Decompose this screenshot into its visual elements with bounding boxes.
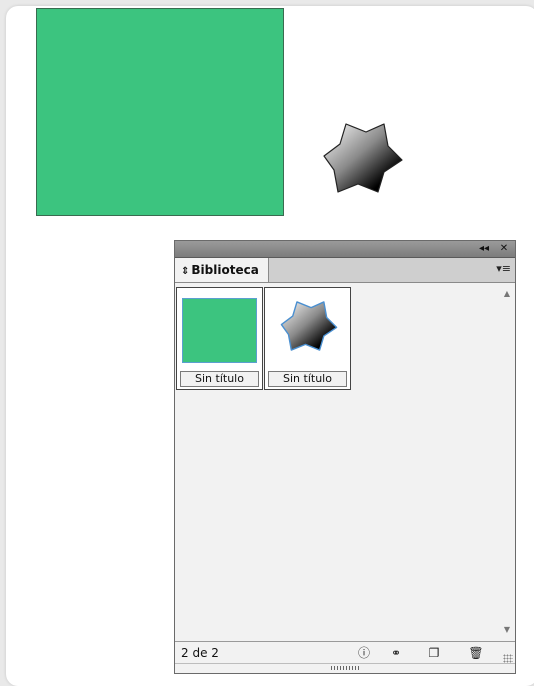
item-caption: Sin título (268, 371, 347, 387)
library-item[interactable]: Sin título (264, 287, 351, 390)
binoculars-icon[interactable]: ⚭ (387, 645, 405, 661)
library-panel: ◂◂ ✕ ⇕ Biblioteca ▾≡ Sin título Sin títu… (174, 240, 516, 674)
double-chevron-left-icon[interactable]: ◂◂ (477, 242, 491, 256)
panel-bottom-grip[interactable] (175, 663, 515, 673)
trash-icon[interactable]: 🗑 (467, 645, 485, 661)
library-items-area: Sin título Sin título (175, 283, 515, 641)
panel-statusbar: 2 de 2 ⓘ ⚭ ❐ 🗑 (175, 641, 515, 673)
panel-titlebar[interactable]: ◂◂ ✕ (175, 241, 515, 258)
scroll-up-arrow-icon[interactable]: ▲ (499, 287, 515, 301)
gradient-star-shape[interactable] (322, 120, 404, 196)
grip-lines (331, 666, 359, 670)
item-thumbnail-star (268, 291, 347, 371)
updown-arrows-icon: ⇕ (181, 266, 190, 277)
item-caption: Sin título (180, 371, 259, 387)
info-icon[interactable]: ⓘ (355, 645, 373, 661)
tab-biblioteca[interactable]: ⇕ Biblioteca (175, 258, 269, 282)
scroll-down-arrow-icon[interactable]: ▼ (499, 623, 515, 637)
star-thumbnail-icon (280, 301, 338, 351)
close-icon[interactable]: ✕ (497, 242, 511, 256)
green-rectangle-shape[interactable] (36, 8, 284, 216)
item-count-status: 2 de 2 (181, 646, 219, 660)
tab-label: Biblioteca (191, 263, 259, 277)
new-item-icon[interactable]: ❐ (425, 645, 443, 661)
vertical-scrollbar[interactable]: ▲ ▼ (499, 283, 515, 641)
library-item[interactable]: Sin título (176, 287, 263, 390)
panel-tab-row: ⇕ Biblioteca ▾≡ (175, 258, 515, 283)
item-thumbnail-green (180, 291, 259, 371)
panel-menu-icon[interactable]: ▾≡ (495, 262, 511, 276)
